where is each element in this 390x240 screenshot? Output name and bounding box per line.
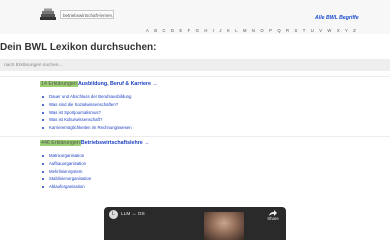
divider bbox=[0, 136, 390, 137]
divider bbox=[0, 76, 390, 77]
alphabet-letter-e[interactable]: E bbox=[179, 28, 182, 34]
list-item[interactable]: Was ist Sportjournalismus? bbox=[40, 109, 132, 117]
category-heading-ausbildung: 14 ErklärungenAusbildung, Beruf & Karrie… bbox=[40, 81, 158, 88]
category-list-ausbildung: Dauer und Abschluss der Berufsausbildung… bbox=[40, 93, 132, 132]
alphabet-letter-y[interactable]: Y bbox=[345, 28, 348, 34]
category-heading-bwl: 446 ErklärungenBetriebswirtschaftslehre … bbox=[40, 140, 149, 147]
video-title[interactable]: LLM ↔ OS bbox=[121, 212, 145, 217]
list-item[interactable]: Was sind die Sozialwissenschaften? bbox=[40, 101, 132, 109]
list-item[interactable]: Karrieremöglichkeiten im Rechnungswesen bbox=[40, 124, 132, 132]
alphabet-letter-m[interactable]: M bbox=[243, 28, 247, 34]
category-arrow-icon[interactable]: → bbox=[144, 140, 149, 146]
alphabet-letter-c[interactable]: C bbox=[162, 28, 165, 34]
alphabet-letter-h[interactable]: H bbox=[204, 28, 207, 34]
alphabet-letter-u[interactable]: U bbox=[311, 28, 314, 34]
alphabet-letter-q[interactable]: Q bbox=[277, 28, 280, 34]
share-button[interactable]: Share bbox=[264, 210, 282, 223]
page-title: Dein BWL Lexikon durchsuchen: bbox=[0, 42, 157, 53]
channel-avatar[interactable]: L bbox=[109, 210, 118, 219]
alphabet-letter-i[interactable]: I bbox=[213, 28, 214, 34]
alphabet-letter-f[interactable]: F bbox=[188, 28, 191, 34]
category-count-badge: 14 Erklärungen bbox=[40, 81, 78, 87]
video-embed[interactable]: L LLM ↔ OS bbox=[104, 207, 286, 240]
category-list-bwl: Matrixorganisation Aufbauorganisation Me… bbox=[40, 152, 91, 191]
alphabet-letter-j[interactable]: J bbox=[219, 28, 221, 34]
alphabet-letter-v[interactable]: V bbox=[319, 28, 322, 34]
list-item[interactable]: Ablauforganisation bbox=[40, 183, 91, 191]
list-item[interactable]: Stablinienorganisation bbox=[40, 175, 91, 183]
logo-book-icon[interactable] bbox=[38, 8, 58, 22]
alphabet-letter-n[interactable]: N bbox=[252, 28, 255, 34]
category-arrow-icon[interactable]: → bbox=[152, 81, 157, 87]
alphabet-letter-g[interactable]: G bbox=[196, 28, 199, 34]
list-item[interactable]: Mehrliniensystem bbox=[40, 168, 91, 176]
alphabet-letter-z[interactable]: Z bbox=[353, 28, 356, 34]
list-item[interactable]: Aufbauorganisation bbox=[40, 160, 91, 168]
alphabet-letter-t[interactable]: T bbox=[303, 28, 306, 34]
top-bar: betriebswirtschaft-lernen.net Alle BWL B… bbox=[0, 0, 390, 34]
alphabet-letter-b[interactable]: B bbox=[154, 28, 157, 34]
all-terms-link[interactable]: Alle BWL Begriffe bbox=[315, 15, 359, 21]
search-input[interactable] bbox=[0, 59, 390, 71]
alphabet-letter-l[interactable]: L bbox=[235, 28, 237, 34]
category-link-ausbildung[interactable]: Ausbildung, Beruf & Karriere bbox=[78, 81, 151, 87]
share-label: Share bbox=[267, 216, 279, 221]
alphabet-nav: A B C D E F G H I J K L M N O P Q R S T … bbox=[146, 28, 356, 34]
alphabet-letter-o[interactable]: O bbox=[260, 28, 263, 34]
alphabet-letter-p[interactable]: P bbox=[269, 28, 272, 34]
alphabet-letter-r[interactable]: R bbox=[286, 28, 289, 34]
category-count-badge: 446 Erklärungen bbox=[40, 140, 81, 146]
alphabet-letter-k[interactable]: K bbox=[227, 28, 230, 34]
list-item[interactable]: Matrixorganisation bbox=[40, 152, 91, 160]
video-thumbnail bbox=[204, 212, 244, 240]
alphabet-letter-s[interactable]: S bbox=[294, 28, 297, 34]
list-item[interactable]: Was ist Kulturwissenschaft? bbox=[40, 116, 132, 124]
alphabet-letter-x[interactable]: X bbox=[337, 28, 340, 34]
alphabet-letter-a[interactable]: A bbox=[146, 28, 149, 34]
alphabet-letter-d[interactable]: D bbox=[171, 28, 174, 34]
site-url-box[interactable]: betriebswirtschaft-lernen.net bbox=[60, 10, 114, 19]
category-link-bwl[interactable]: Betriebswirtschaftslehre bbox=[81, 140, 143, 146]
list-item[interactable]: Dauer und Abschluss der Berufsausbildung bbox=[40, 93, 132, 101]
alphabet-letter-w[interactable]: W bbox=[327, 28, 331, 34]
